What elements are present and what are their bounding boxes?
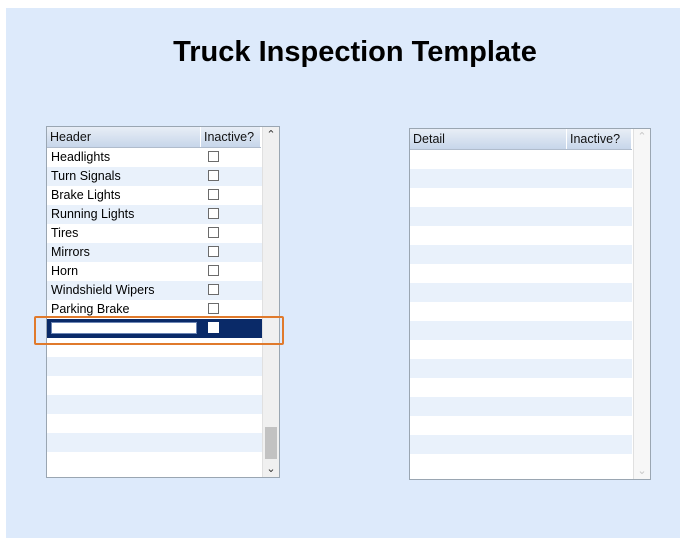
empty-row [410, 245, 632, 264]
empty-row [410, 302, 632, 321]
inactive-checkbox[interactable] [208, 246, 219, 257]
empty-row [410, 397, 632, 416]
detail-grid[interactable]: Detail Inactive? ⌃ ⌄ [409, 128, 651, 480]
row-label: Turn Signals [51, 169, 121, 183]
empty-row [410, 169, 632, 188]
row-label: Windshield Wipers [51, 283, 155, 297]
empty-row [410, 226, 632, 245]
inactive-checkbox[interactable] [208, 189, 219, 200]
inactive-checkbox[interactable] [208, 265, 219, 276]
empty-row [47, 452, 262, 471]
table-row[interactable]: Turn Signals [47, 167, 262, 186]
header-grid[interactable]: Header Inactive? Headlights Turn Signals B… [46, 126, 280, 478]
table-row[interactable]: Headlights [47, 148, 262, 167]
scrollbar-thumb[interactable] [265, 427, 277, 459]
empty-row [47, 395, 262, 414]
empty-row [410, 378, 632, 397]
row-label: Tires [51, 226, 79, 240]
column-inactive[interactable]: Inactive? [201, 127, 261, 147]
inactive-checkbox[interactable] [208, 303, 219, 314]
detail-grid-rows [410, 150, 632, 473]
header-grid-column-header: Header Inactive? [47, 127, 261, 148]
empty-row [47, 357, 262, 376]
chevron-down-icon[interactable]: ⌄ [263, 462, 279, 475]
chevron-down-icon: ⌄ [637, 464, 647, 477]
table-row[interactable]: Brake Lights [47, 186, 262, 205]
inactive-checkbox[interactable] [208, 151, 219, 162]
inactive-checkbox[interactable] [208, 284, 219, 295]
empty-row [410, 264, 632, 283]
column-detail[interactable]: Detail [410, 129, 567, 149]
header-grid-rows: Headlights Turn Signals Brake Lights Runnin… [47, 148, 262, 471]
header-grid-scrollbar[interactable]: ⌃ ⌄ [262, 127, 279, 477]
empty-row [47, 376, 262, 395]
row-label: Running Lights [51, 207, 135, 221]
empty-row [410, 435, 632, 454]
empty-row [410, 454, 632, 473]
row-label: Mirrors [51, 245, 90, 259]
column-inactive[interactable]: Inactive? [567, 129, 632, 149]
empty-row [47, 433, 262, 452]
empty-row [410, 150, 632, 169]
new-row-highlight [34, 316, 284, 345]
column-header[interactable]: Header [47, 127, 201, 147]
table-row[interactable]: Tires [47, 224, 262, 243]
inactive-checkbox[interactable] [208, 227, 219, 238]
row-label: Brake Lights [51, 188, 121, 202]
detail-grid-column-header: Detail Inactive? [410, 129, 632, 150]
empty-row [410, 321, 632, 340]
table-row[interactable]: Mirrors [47, 243, 262, 262]
empty-row [410, 188, 632, 207]
row-label: Horn [51, 264, 79, 278]
empty-row [410, 359, 632, 378]
inactive-checkbox[interactable] [208, 208, 219, 219]
table-row[interactable]: Windshield Wipers [47, 281, 262, 300]
table-row[interactable]: Running Lights [47, 205, 262, 224]
chevron-up-icon[interactable]: ⌃ [263, 128, 279, 141]
empty-row [410, 340, 632, 359]
inactive-checkbox[interactable] [208, 170, 219, 181]
empty-row [410, 416, 632, 435]
table-row[interactable]: Horn [47, 262, 262, 281]
empty-row [47, 414, 262, 433]
empty-row [410, 283, 632, 302]
empty-row [410, 207, 632, 226]
chevron-up-icon: ⌃ [637, 130, 647, 143]
page-title: Truck Inspection Template [173, 36, 537, 68]
detail-grid-scrollbar[interactable]: ⌃ ⌄ [633, 129, 650, 479]
row-label: Headlights [51, 150, 111, 164]
